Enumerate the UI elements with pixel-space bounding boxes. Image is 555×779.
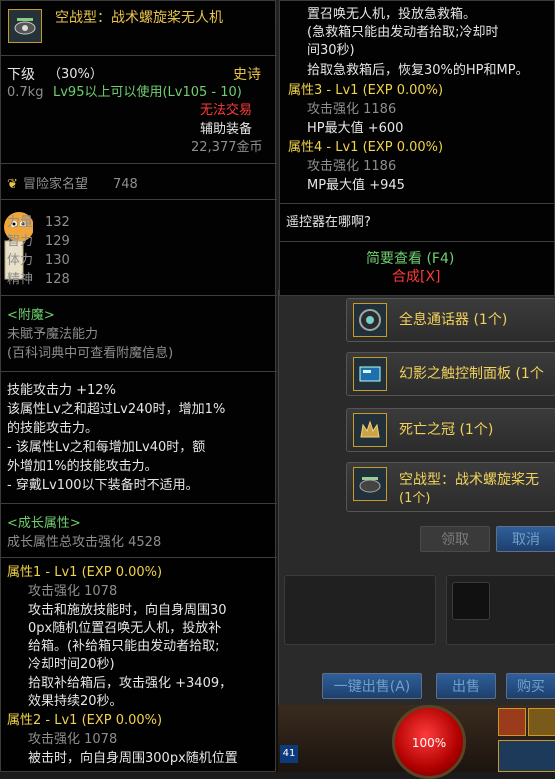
skill-text: 外增加1%的技能攻击力。 (7, 459, 158, 474)
attribute-2-atk: 攻击强化 1078 (28, 732, 118, 747)
enchant-title: <附魔> (7, 308, 55, 323)
fame-label: 冒险家名望 (23, 177, 89, 192)
shop-item-quantity: (1个) (399, 491, 431, 506)
attribute-2-title: 属性2 - Lv1 (EXP 0.00%) (7, 713, 163, 728)
crown-icon (353, 413, 387, 447)
attribute-3-title: 属性3 - Lv1 (EXP 0.00%) (288, 83, 444, 98)
skill-slot[interactable] (498, 740, 555, 772)
item-rarity: 史诗 (233, 67, 261, 83)
attribute-1-text: 给箱。(补给箱只能由发动者拾取; (28, 639, 220, 654)
control-panel-icon (353, 357, 387, 391)
item-price: 22,377金币 (191, 140, 263, 155)
item-grade: 下级 (7, 67, 35, 83)
effect-text: (急救箱只能由发动者拾取;冷却时 (307, 25, 499, 40)
stat-name: 体力 (7, 253, 34, 268)
enchant-text: (百科词典中可查看附魔信息) (7, 346, 174, 361)
level-requirement: Lv95以上可以使用(Lv105 - 10) (53, 85, 242, 100)
attribute-3-bonus: HP最大值 +600 (307, 121, 404, 136)
stat-value: 130 (45, 253, 70, 268)
claim-button[interactable]: 领取 (420, 526, 490, 552)
shop-item-death-crown[interactable]: 死亡之冠 (1个) (346, 408, 555, 452)
enchant-text: 未賦予魔法能力 (7, 327, 99, 342)
divider (1, 557, 277, 558)
shop-item-label: 死亡之冠 (1个) (399, 422, 494, 438)
shop-item-phantom-control-panel[interactable]: 幻影之触控制面板 (1个 (346, 352, 555, 396)
stat-name: 智力 (7, 234, 34, 249)
divider (1, 199, 277, 200)
stat-name: 精神 (7, 272, 34, 287)
shop-item-label: 幻影之触控制面板 (1个 (399, 366, 544, 382)
divider (280, 241, 555, 242)
skill-text: 技能攻击力 +12% (7, 383, 116, 398)
brief-view-hint[interactable]: 简要查看 (F4) (366, 251, 454, 267)
attribute-1-text: 效果持续20秒。 (28, 694, 123, 709)
growth-title: <成长属性> (7, 516, 81, 531)
stat-value: 128 (45, 272, 70, 287)
item-tooltip: 空战型：战术螺旋桨无人机 下级 （30%） 史诗 0.7kg Lv95以上可以使… (0, 0, 277, 772)
divider (1, 295, 277, 296)
equip-type: 辅助装备 (200, 122, 253, 137)
shop-item-label: 空战型：战术螺旋桨无 (399, 472, 539, 488)
growth-total: 成长属性总攻击强化 4528 (7, 535, 162, 550)
cancel-button[interactable]: 取消 (496, 526, 555, 552)
skill-text: - 穿戴Lv100以下装备时不适用。 (7, 478, 199, 493)
shop-item-holo-communicator[interactable]: 全息通话器 (1个) (346, 298, 555, 342)
divider (1, 503, 277, 504)
divider (1, 371, 277, 372)
attribute-1-title: 属性1 - Lv1 (EXP 0.00%) (7, 565, 163, 580)
item-tooltip-continued: 置召唤无人机，投放急救箱。 (急救箱只能由发动者拾取;冷却时 间30秒) 拾取急… (279, 0, 555, 296)
attribute-1-atk: 攻击强化 1078 (28, 584, 118, 599)
attribute-4-bonus: MP最大值 +945 (307, 178, 405, 193)
attribute-1-text: 拾取补给箱后，攻击强化 +3409， (28, 676, 233, 691)
divider (1, 163, 277, 164)
effect-text: 间30秒) (307, 43, 355, 58)
skill-slot[interactable] (498, 708, 526, 736)
flavor-text: 遥控器在哪啊? (286, 215, 371, 230)
divider (280, 203, 555, 204)
stat-value: 132 (45, 215, 70, 230)
hp-orb: 100% (392, 705, 466, 779)
divider (1, 55, 277, 56)
level-badge: 41 (280, 745, 298, 763)
compose-hint[interactable]: 合成[X] (392, 269, 441, 285)
buy-button[interactable]: 购买 (506, 673, 555, 699)
item-name: 空战型：战术螺旋桨无人机 (55, 10, 223, 26)
attribute-1-text: 0px随机位置召唤无人机，投放补 (28, 621, 222, 636)
inventory-slot[interactable] (284, 575, 436, 645)
effect-text: 置召唤无人机，投放急救箱。 (307, 7, 477, 22)
attribute-4-atk: 攻击强化 1186 (307, 159, 397, 174)
shop-item-label: 全息通话器 (1个) (399, 312, 508, 328)
trade-status: 无法交易 (200, 103, 253, 118)
item-weight: 0.7kg (7, 85, 44, 100)
item-grade-pct: （30%） (48, 67, 103, 82)
holo-communicator-icon (353, 303, 387, 337)
attribute-1-text: 冷却时间20秒) (28, 657, 115, 672)
stat-value: 129 (45, 234, 70, 249)
hp-percent: 100% (411, 736, 447, 750)
skill-text: 的技能攻击力。 (7, 421, 99, 436)
sell-button[interactable]: 出售 (436, 673, 496, 699)
attribute-4-title: 属性4 - Lv1 (EXP 0.00%) (288, 140, 444, 155)
attribute-3-atk: 攻击强化 1186 (307, 102, 397, 117)
drone-icon (8, 9, 42, 43)
effect-text: 拾取急救箱后，恢复30%的HP和MP。 (307, 63, 529, 78)
fame-icon: ❦ (7, 177, 18, 192)
drone-icon (353, 467, 387, 501)
stat-name: 力量 (7, 215, 34, 230)
attribute-1-text: 攻击和施放技能时，向自身周围30 (28, 603, 227, 618)
fame-value: 748 (113, 177, 138, 192)
skill-slot[interactable] (528, 708, 555, 736)
attribute-2-text: 被击时，向自身周围300px随机位置 (28, 751, 238, 766)
skill-text: - 该属性Lv之和每增加Lv40时，额 (7, 440, 206, 455)
sell-all-button[interactable]: 一键出售(A) (322, 673, 422, 699)
skill-text: 该属性Lv之和超过Lv240时，增加1% (7, 402, 226, 417)
shop-item-drone[interactable]: 空战型：战术螺旋桨无 (1个) (346, 462, 555, 512)
inventory-slot[interactable] (452, 582, 490, 620)
